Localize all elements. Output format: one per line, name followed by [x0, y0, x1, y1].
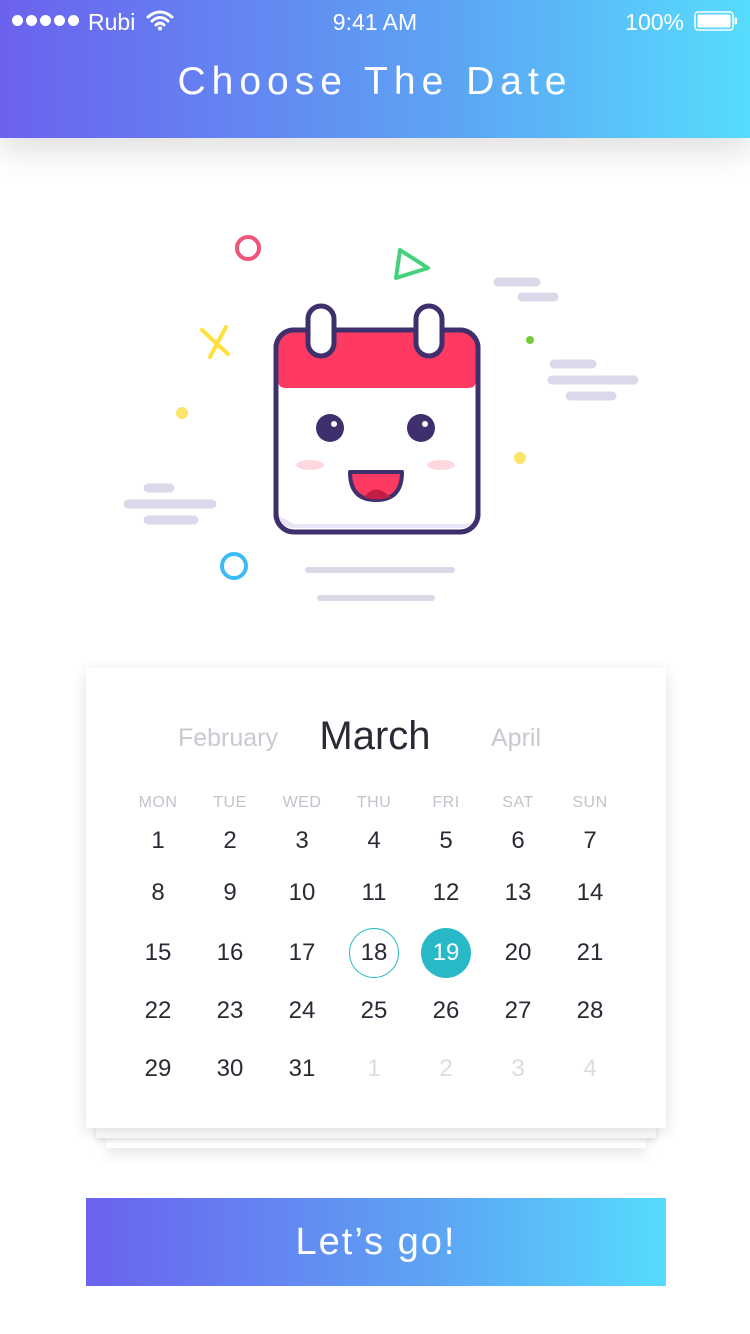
weekday-label: FRI	[432, 794, 460, 811]
weekday-label: SUN	[572, 794, 608, 811]
calendar-week-row: 8 9 10 11 12 13 14	[122, 868, 667, 918]
page-title: Choose The Date	[177, 60, 573, 103]
day-cell[interactable]: 23	[194, 986, 266, 1036]
current-month-label: March	[319, 714, 431, 758]
calendar-week-row: 1 2 3 4 5 6 7	[122, 816, 667, 866]
calendar-mascot-illustration	[123, 235, 639, 601]
calendar-week-row: 15 16 17 18 19 20 21	[122, 928, 667, 978]
red-circle-icon	[235, 235, 261, 261]
lets-go-button[interactable]: Let’s go!	[86, 1198, 666, 1286]
day-cell[interactable]: 21	[554, 928, 626, 978]
yellow-cross-icon	[200, 325, 230, 359]
day-cell[interactable]: 28	[554, 986, 626, 1036]
day-cell[interactable]: 14	[554, 868, 626, 918]
battery-icon	[694, 11, 737, 31]
weekday-label: WED	[282, 794, 322, 811]
day-cell[interactable]: 10	[266, 868, 338, 918]
yellow-dot-icon	[514, 452, 526, 464]
weekday-label: MON	[138, 794, 178, 811]
day-cell[interactable]: 7	[554, 816, 626, 866]
day-cell-next-month[interactable]: 3	[482, 1044, 554, 1094]
prev-month-button[interactable]: February	[156, 724, 300, 753]
day-cell[interactable]: 9	[194, 868, 266, 918]
day-cell[interactable]: 29	[122, 1044, 194, 1094]
calendar-week-row: 29 30 31 1 2 3 4	[122, 1044, 667, 1094]
day-cell[interactable]: 25	[338, 986, 410, 1036]
weekday-header: MON TUE WED THU FRI SAT SUN	[122, 794, 667, 812]
blue-circle-icon	[220, 552, 248, 580]
day-cell[interactable]: 31	[266, 1044, 338, 1094]
day-cell-next-month[interactable]: 2	[410, 1044, 482, 1094]
day-cell[interactable]: 22	[122, 986, 194, 1036]
day-cell[interactable]: 13	[482, 868, 554, 918]
weekday-label: SAT	[502, 794, 534, 811]
day-cell-next-month[interactable]: 1	[338, 1044, 410, 1094]
day-cell[interactable]: 12	[410, 868, 482, 918]
day-cell-selected[interactable]: 19	[410, 928, 482, 978]
next-month-button[interactable]: April	[466, 724, 566, 753]
header: Rubi 9:41 AM 100% Choose The Date	[0, 0, 750, 138]
day-cell[interactable]: 3	[266, 816, 338, 866]
status-bar: Rubi 9:41 AM 100%	[0, 0, 750, 44]
day-cell[interactable]: 8	[122, 868, 194, 918]
day-cell[interactable]: 4	[338, 816, 410, 866]
yellow-dot-icon	[176, 407, 188, 419]
day-cell[interactable]: 30	[194, 1044, 266, 1094]
weekday-label: TUE	[213, 794, 247, 811]
day-cell[interactable]: 15	[122, 928, 194, 978]
day-cell[interactable]: 27	[482, 986, 554, 1036]
day-cell[interactable]: 16	[194, 928, 266, 978]
calendar-face-icon	[273, 303, 481, 535]
calendar-card: February March April MON TUE WED THU FRI…	[86, 668, 666, 1128]
calendar-week-row: 22 23 24 25 26 27 28	[122, 986, 667, 1036]
battery-percent: 100%	[625, 9, 684, 35]
day-cell[interactable]: 24	[266, 986, 338, 1036]
day-cell[interactable]: 6	[482, 816, 554, 866]
green-triangle-icon	[394, 248, 430, 280]
day-cell[interactable]: 26	[410, 986, 482, 1036]
day-cell[interactable]: 11	[338, 868, 410, 918]
day-cell[interactable]: 5	[410, 816, 482, 866]
day-cell-today[interactable]: 18	[338, 928, 410, 978]
green-dot-icon	[526, 336, 534, 344]
day-cell[interactable]: 17	[266, 928, 338, 978]
day-cell[interactable]: 20	[482, 928, 554, 978]
day-cell-next-month[interactable]: 4	[554, 1044, 626, 1094]
day-cell[interactable]: 2	[194, 816, 266, 866]
weekday-label: THU	[356, 794, 392, 811]
day-cell[interactable]: 1	[122, 816, 194, 866]
